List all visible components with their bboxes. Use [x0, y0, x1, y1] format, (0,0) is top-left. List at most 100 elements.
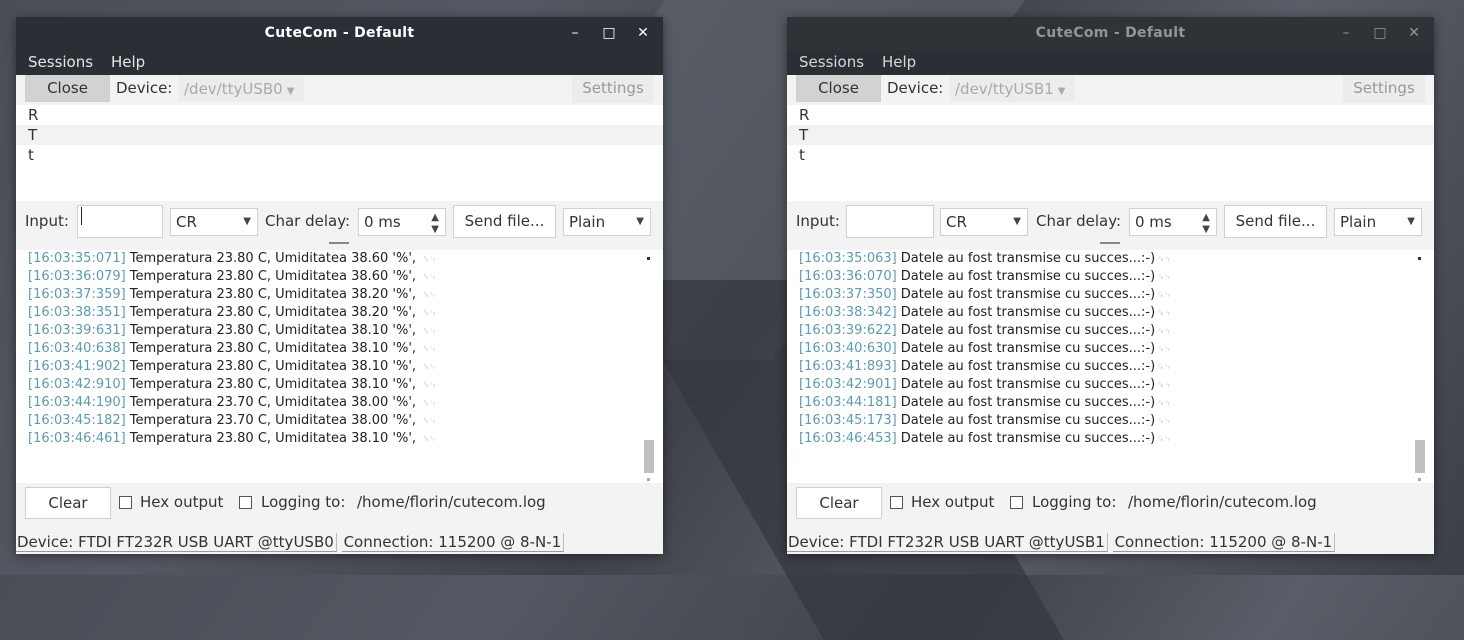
input-field[interactable] [846, 205, 934, 238]
device-value: /dev/ttyUSB0 [184, 80, 283, 98]
hex-output-checkbox[interactable] [119, 496, 132, 509]
char-delay-value: 0 ms [364, 213, 401, 231]
device-value: /dev/ttyUSB1 [955, 80, 1054, 98]
log-timestamp: [16:03:39:622] [799, 323, 897, 338]
line-end-select[interactable]: CR ▼ [940, 208, 1028, 236]
log-line: [16:03:38:342] Datele au fost transmise c… [799, 304, 1172, 322]
log-text: Datele au fost transmise cu succes...:-) [900, 377, 1156, 392]
chevron-down-icon: ▼ [286, 86, 295, 97]
format-select[interactable]: Plain ▼ [1334, 208, 1422, 236]
line-ending-icon: ␍␊ [1157, 291, 1172, 301]
scrollbar-indicator [1418, 257, 1421, 260]
chevron-down-icon: ▼ [1013, 216, 1021, 227]
log-line: [16:03:46:461] Temperatura 23.80 C, Umidi… [28, 430, 437, 448]
log-timestamp: [16:03:35:063] [799, 251, 897, 266]
chevron-down-icon: ▼ [1407, 216, 1415, 227]
log-text: Temperatura 23.80 C, Umiditatea 38.10 '%… [129, 377, 421, 392]
log-timestamp: [16:03:44:181] [799, 395, 897, 410]
log-timestamp: [16:03:40:630] [799, 341, 897, 356]
logging-to-label: Logging to: [261, 493, 346, 511]
line-ending-icon: ␍␊ [422, 363, 437, 373]
log-timestamp: [16:03:41:902] [28, 359, 126, 374]
log-line: [16:03:41:902] Temperatura 23.80 C, Umidi… [28, 358, 437, 376]
title-bar[interactable]: CuteCom - Default – □ ✕ [787, 17, 1434, 50]
format-select[interactable]: Plain ▼ [563, 208, 651, 236]
log-line: [16:03:40:630] Datele au fost transmise c… [799, 340, 1172, 358]
menu-help[interactable]: Help [882, 53, 916, 71]
spin-down-icon[interactable]: ▼ [1202, 217, 1210, 243]
clear-button[interactable]: Clear [796, 487, 882, 519]
menu-bar: Sessions Help [787, 50, 1434, 75]
device-combo[interactable]: /dev/ttyUSB1 ▼ [950, 76, 1075, 102]
log-text: Temperatura 23.80 C, Umiditatea 38.10 '%… [129, 341, 421, 356]
rtt-line: R [28, 106, 39, 124]
close-icon[interactable]: ✕ [633, 23, 653, 43]
log-text: Temperatura 23.80 C, Umiditatea 38.20 '%… [129, 305, 421, 320]
menu-help[interactable]: Help [111, 53, 145, 71]
log-text: Datele au fost transmise cu succes...:-) [900, 323, 1156, 338]
log-line: [16:03:37:359] Temperatura 23.80 C, Umidi… [28, 286, 437, 304]
log-timestamp: [16:03:46:453] [799, 431, 897, 446]
char-delay-value: 0 ms [1135, 213, 1172, 231]
logging-checkbox[interactable] [239, 496, 252, 509]
menu-sessions[interactable]: Sessions [799, 53, 864, 71]
log-line: [16:03:42:910] Temperatura 23.80 C, Umidi… [28, 376, 437, 394]
chevron-down-icon: ▼ [1057, 86, 1066, 97]
settings-button[interactable]: Settings [572, 75, 654, 103]
log-line: [16:03:42:901] Datele au fost transmise c… [799, 376, 1172, 394]
close-port-button[interactable]: Close [25, 75, 110, 102]
splitter-handle[interactable] [1100, 242, 1120, 244]
rtt-line: T [16, 125, 663, 145]
log-lines: [16:03:35:071] Temperatura 23.80 C, Umidi… [28, 250, 437, 448]
log-text: Datele au fost transmise cu succes...:-) [900, 413, 1156, 428]
settings-button[interactable]: Settings [1343, 75, 1425, 103]
log-line: [16:03:45:182] Temperatura 23.70 C, Umidi… [28, 412, 437, 430]
clear-button[interactable]: Clear [25, 487, 111, 519]
spin-down-icon[interactable]: ▼ [431, 217, 439, 243]
title-bar[interactable]: CuteCom - Default – □ ✕ [16, 17, 663, 50]
char-delay-spinbox[interactable]: 0 ms ▲ ▼ [358, 208, 446, 236]
scrollbar-thumb[interactable] [644, 440, 654, 473]
line-ending-icon: ␍␊ [1157, 255, 1172, 265]
log-line: [16:03:36:070] Datele au fost transmise c… [799, 268, 1172, 286]
status-connection: Connection: 115200 @ 8-N-1 [341, 533, 565, 552]
log-timestamp: [16:03:41:893] [799, 359, 897, 374]
log-path[interactable]: /home/florin/cutecom.log [357, 493, 546, 511]
log-line: [16:03:46:453] Datele au fost transmise c… [799, 430, 1172, 448]
line-end-select[interactable]: CR ▼ [170, 208, 258, 236]
minimize-icon[interactable]: – [1336, 23, 1356, 43]
char-delay-spinbox[interactable]: 0 ms ▲ ▼ [1129, 208, 1217, 236]
logging-checkbox[interactable] [1010, 496, 1023, 509]
output-log: [16:03:35:071] Temperatura 23.80 C, Umidi… [16, 250, 663, 483]
log-text: Temperatura 23.70 C, Umiditatea 38.00 '%… [129, 395, 421, 410]
log-text: Temperatura 23.80 C, Umiditatea 38.20 '%… [129, 287, 421, 302]
maximize-icon[interactable]: □ [1370, 23, 1390, 43]
line-ending-icon: ␍␊ [422, 399, 437, 409]
char-delay-label: Char delay: [265, 212, 351, 230]
log-path[interactable]: /home/florin/cutecom.log [1128, 493, 1317, 511]
splitter-handle[interactable] [329, 242, 349, 244]
input-label: Input: [796, 212, 840, 230]
send-file-button[interactable]: Send file... [453, 205, 556, 238]
maximize-icon[interactable]: □ [599, 23, 619, 43]
minimize-icon[interactable]: – [565, 23, 585, 43]
close-port-button[interactable]: Close [796, 75, 881, 102]
menu-sessions[interactable]: Sessions [28, 53, 93, 71]
hex-output-checkbox[interactable] [890, 496, 903, 509]
rtt-line: t [28, 146, 34, 164]
send-file-button[interactable]: Send file... [1224, 205, 1327, 238]
log-text: Datele au fost transmise cu succes...:-) [900, 431, 1156, 446]
log-timestamp: [16:03:37:350] [799, 287, 897, 302]
log-line: [16:03:37:350] Datele au fost transmise c… [799, 286, 1172, 304]
scrollbar-thumb[interactable] [1415, 440, 1425, 473]
log-line: [16:03:36:079] Temperatura 23.80 C, Umidi… [28, 268, 437, 286]
input-field[interactable] [77, 205, 163, 238]
log-timestamp: [16:03:38:351] [28, 305, 126, 320]
close-icon[interactable]: ✕ [1404, 23, 1424, 43]
log-text: Datele au fost transmise cu succes...:-) [900, 251, 1156, 266]
scrollbar-indicator [647, 478, 650, 481]
hex-output-label: Hex output [140, 493, 224, 511]
scrollbar-indicator [647, 257, 650, 260]
device-combo[interactable]: /dev/ttyUSB0 ▼ [179, 76, 304, 102]
log-line: [16:03:45:173] Datele au fost transmise c… [799, 412, 1172, 430]
